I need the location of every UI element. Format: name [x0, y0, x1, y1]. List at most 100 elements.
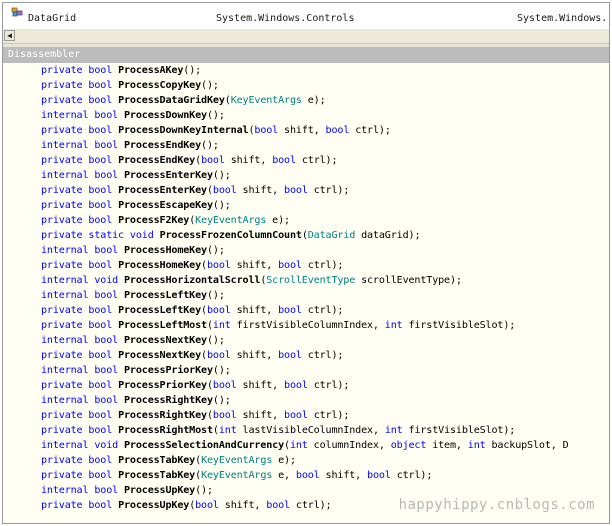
method-name[interactable]: ProcessEnterKey [124, 170, 213, 181]
method-name[interactable]: ProcessRightKey [118, 410, 207, 421]
keyword: bool [88, 425, 119, 436]
type-name[interactable]: ScrollEventType [266, 275, 355, 286]
code-line[interactable]: internal void ProcessHorizontalScroll(Sc… [41, 273, 609, 288]
code-text: (); [206, 245, 225, 256]
code-line[interactable]: private bool ProcessHomeKey(bool shift, … [41, 258, 609, 273]
keyword: bool [88, 80, 119, 91]
code-text: ctrl); [301, 305, 344, 316]
keyword: internal [41, 440, 95, 451]
keyword: bool [206, 260, 231, 271]
method-name[interactable]: ProcessDataGridKey [118, 95, 225, 106]
method-name[interactable]: ProcessNextKey [118, 350, 201, 361]
method-name[interactable]: ProcessEndKey [118, 155, 195, 166]
type-name[interactable]: KeyEventArgs [201, 470, 272, 481]
scroll-left-arrow-icon[interactable]: ◀ [4, 30, 15, 41]
class-list-row[interactable]: DataGrid System.Windows.Controls System.… [3, 3, 609, 30]
code-line[interactable]: private bool ProcessLeftKey(bool shift, … [41, 303, 609, 318]
disassembler-title: Disassembler [3, 47, 609, 63]
code-text: e); [301, 95, 326, 106]
method-name[interactable]: ProcessPriorKey [124, 365, 213, 376]
method-name[interactable]: ProcessAKey [118, 65, 183, 76]
code-line[interactable]: private bool ProcessRightKey(bool shift,… [41, 408, 609, 423]
code-text: (); [206, 110, 225, 121]
code-line[interactable]: private bool ProcessDataGridKey(KeyEvent… [41, 93, 609, 108]
code-line[interactable]: private bool ProcessCopyKey(); [41, 78, 609, 93]
code-line[interactable]: private bool ProcessPriorKey(bool shift,… [41, 378, 609, 393]
method-name[interactable]: ProcessTabKey [118, 455, 195, 466]
code-line[interactable]: private static void ProcessFrozenColumnC… [41, 228, 609, 243]
type-name[interactable]: KeyEventArgs [231, 95, 302, 106]
keyword: private [41, 500, 89, 511]
code-line[interactable]: private bool ProcessAKey(); [41, 63, 609, 78]
keyword: bool [284, 410, 308, 421]
type-name[interactable]: KeyEventArgs [195, 215, 266, 226]
keyword: private [41, 215, 89, 226]
code-text: ctrl); [301, 350, 344, 361]
code-line[interactable]: private bool ProcessNextKey(bool shift, … [41, 348, 609, 363]
code-line[interactable]: private bool ProcessEnterKey(bool shift,… [41, 183, 609, 198]
code-text: shift, [230, 350, 279, 361]
code-line[interactable]: private bool ProcessRightMost(int lastVi… [41, 423, 609, 438]
keyword: bool [88, 380, 119, 391]
method-name[interactable]: ProcessEndKey [124, 140, 201, 151]
keyword: bool [278, 350, 302, 361]
method-name[interactable]: ProcessPriorKey [118, 380, 207, 391]
code-line[interactable]: internal bool ProcessRightKey(); [41, 393, 609, 408]
code-line[interactable]: private bool ProcessTabKey(KeyEventArgs … [41, 453, 609, 468]
method-name[interactable]: ProcessFrozenColumnCount [160, 230, 302, 241]
type-name[interactable]: KeyEventArgs [201, 455, 272, 466]
code-text: shift, [236, 410, 285, 421]
code-line[interactable]: internal bool ProcessLeftKey(); [41, 288, 609, 303]
method-name[interactable]: ProcessTabKey [118, 470, 195, 481]
code-text: (); [212, 365, 231, 376]
method-name[interactable]: ProcessUpKey [118, 500, 189, 511]
code-line[interactable]: private bool ProcessF2Key(KeyEventArgs e… [41, 213, 609, 228]
keyword: bool [88, 470, 119, 481]
method-name[interactable]: ProcessEnterKey [118, 185, 207, 196]
method-name[interactable]: ProcessUpKey [124, 485, 195, 496]
code-line[interactable]: internal bool ProcessUpKey(); [41, 483, 609, 498]
keyword: internal [41, 395, 95, 406]
method-name[interactable]: ProcessNextKey [124, 335, 207, 346]
code-text: shift, [230, 305, 279, 316]
method-name[interactable]: ProcessDownKeyInternal [118, 125, 249, 136]
code-line[interactable]: private bool ProcessLeftMost(int firstVi… [41, 318, 609, 333]
method-name[interactable]: ProcessEscapeKey [118, 200, 213, 211]
method-name[interactable]: ProcessLeftMost [118, 320, 207, 331]
method-name[interactable]: ProcessHorizontalScroll [124, 275, 260, 286]
code-line[interactable]: internal bool ProcessPriorKey(); [41, 363, 609, 378]
code-line[interactable]: internal bool ProcessNextKey(); [41, 333, 609, 348]
keyword: private [41, 200, 89, 211]
method-name[interactable]: ProcessDownKey [124, 110, 207, 121]
code-line[interactable]: private bool ProcessDownKeyInternal(bool… [41, 123, 609, 138]
keyword: bool [254, 125, 279, 136]
keyword: int [289, 440, 308, 451]
code-line[interactable]: private bool ProcessTabKey(KeyEventArgs … [41, 468, 609, 483]
code-line[interactable]: private bool ProcessEscapeKey(); [41, 198, 609, 213]
method-name[interactable]: ProcessLeftKey [124, 290, 207, 301]
method-name[interactable]: ProcessRightKey [124, 395, 213, 406]
code-line[interactable]: internal bool ProcessEnterKey(); [41, 168, 609, 183]
code-line[interactable]: internal bool ProcessDownKey(); [41, 108, 609, 123]
namespace-label: System.Windows.Controls [216, 13, 355, 24]
method-name[interactable]: ProcessF2Key [118, 215, 189, 226]
keyword: private [41, 230, 89, 241]
code-text: lastVisibleColumnIndex, [236, 425, 385, 436]
method-name[interactable]: ProcessSelectionAndCurrency [124, 440, 284, 451]
horizontal-scrollbar[interactable]: ◀ [3, 29, 609, 44]
keyword: bool [94, 395, 124, 406]
method-name[interactable]: ProcessRightMost [118, 425, 213, 436]
code-line[interactable]: internal void ProcessSelectionAndCurrenc… [41, 438, 609, 453]
keyword: internal [41, 365, 95, 376]
keyword: private [41, 350, 89, 361]
method-name[interactable]: ProcessCopyKey [118, 80, 201, 91]
code-text: shift, [236, 185, 285, 196]
code-line[interactable]: private bool ProcessEndKey(bool shift, b… [41, 153, 609, 168]
code-line[interactable]: internal bool ProcessEndKey(); [41, 138, 609, 153]
code-line[interactable]: internal bool ProcessHomeKey(); [41, 243, 609, 258]
type-name[interactable]: DataGrid [308, 230, 356, 241]
method-name[interactable]: ProcessLeftKey [118, 305, 201, 316]
method-name[interactable]: ProcessHomeKey [118, 260, 201, 271]
code-text: (); [201, 80, 219, 91]
method-name[interactable]: ProcessHomeKey [124, 245, 207, 256]
